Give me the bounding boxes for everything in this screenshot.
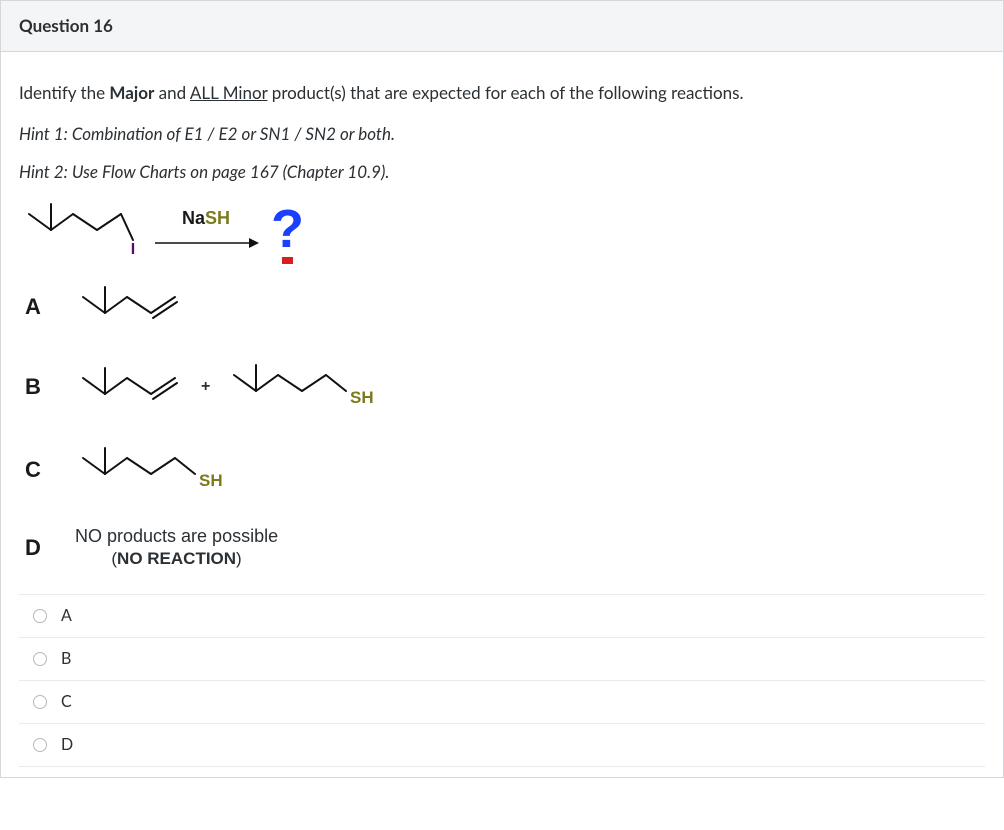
reaction-scheme: I NaSH ? — [21, 196, 985, 261]
reagent-na: Na — [182, 208, 205, 228]
substrate-structure: I — [21, 196, 141, 261]
reagent-sh: SH — [205, 208, 230, 228]
reagent-label: NaSH — [182, 205, 230, 232]
choice-C-content: SH — [75, 442, 235, 497]
question-title: Question 16 — [19, 15, 113, 36]
choice-A: A — [25, 281, 985, 331]
question-prompt: Identify the Major and ALL Minor product… — [19, 80, 985, 106]
answer-option-C[interactable]: C — [19, 681, 985, 724]
prompt-text: and — [154, 82, 190, 103]
answer-option-B[interactable]: B — [19, 638, 985, 681]
plus-sign: + — [201, 375, 210, 399]
no-reaction-line1: NO products are possible — [75, 525, 278, 548]
radio-icon[interactable] — [33, 652, 47, 666]
radio-icon[interactable] — [33, 695, 47, 709]
choice-B: B + — [25, 359, 985, 414]
alkene-structure — [75, 362, 185, 412]
prompt-minor: ALL Minor — [190, 82, 268, 103]
radio-icon[interactable] — [33, 609, 47, 623]
answer-options-list: A B C D — [19, 594, 985, 767]
question-card: Question 16 Identify the Major and ALL M… — [0, 0, 1004, 778]
product-placeholder: ? — [271, 202, 304, 256]
choice-images: A — [25, 281, 985, 570]
sh-label: SH — [350, 388, 374, 407]
hint-1: Hint 1: Combination of E1 / E2 or SN1 / … — [19, 121, 985, 147]
alkene-structure — [75, 281, 185, 331]
thiol-structure: SH — [75, 442, 235, 497]
choice-C: C SH — [25, 442, 985, 497]
option-label: C — [61, 690, 72, 714]
no-reaction-line2: (NO REACTION) — [75, 548, 278, 570]
prompt-major: Major — [109, 82, 154, 103]
leaving-group-label: I — [131, 241, 135, 258]
sh-label: SH — [199, 471, 223, 490]
reaction-arrow-block: NaSH — [151, 205, 261, 252]
choice-letter: D — [25, 531, 75, 564]
choice-A-content — [75, 281, 185, 331]
option-label: D — [61, 733, 73, 757]
choice-D-content: NO products are possible (NO REACTION) — [75, 525, 278, 570]
hint-text: : Use Flow Charts on page 167 (Chapter 1… — [64, 161, 390, 182]
question-header: Question 16 — [1, 0, 1003, 52]
hint-label: Hint 2 — [19, 161, 64, 182]
hint-text: : Combination of E1 / E2 or SN1 / SN2 or… — [64, 123, 395, 144]
hint-label: Hint 1 — [19, 123, 64, 144]
prompt-text: Identify the — [19, 82, 109, 103]
option-label: B — [61, 647, 71, 671]
choice-B-content: + SH — [75, 359, 376, 414]
no-reaction-text: NO products are possible (NO REACTION) — [75, 525, 278, 570]
thiol-structure: SH — [226, 359, 376, 414]
radio-icon[interactable] — [33, 738, 47, 752]
answer-option-D[interactable]: D — [19, 724, 985, 767]
option-label: A — [61, 604, 72, 628]
answer-option-A[interactable]: A — [19, 595, 985, 638]
question-body: Identify the Major and ALL Minor product… — [1, 52, 1003, 778]
choice-letter: C — [25, 453, 75, 486]
choice-letter: B — [25, 370, 75, 403]
choice-letter: A — [25, 290, 75, 323]
hint-2: Hint 2: Use Flow Charts on page 167 (Cha… — [19, 159, 985, 185]
choice-D: D NO products are possible (NO REACTION) — [25, 525, 985, 570]
prompt-text: product(s) that are expected for each of… — [267, 82, 743, 103]
arrow-icon — [151, 234, 261, 252]
